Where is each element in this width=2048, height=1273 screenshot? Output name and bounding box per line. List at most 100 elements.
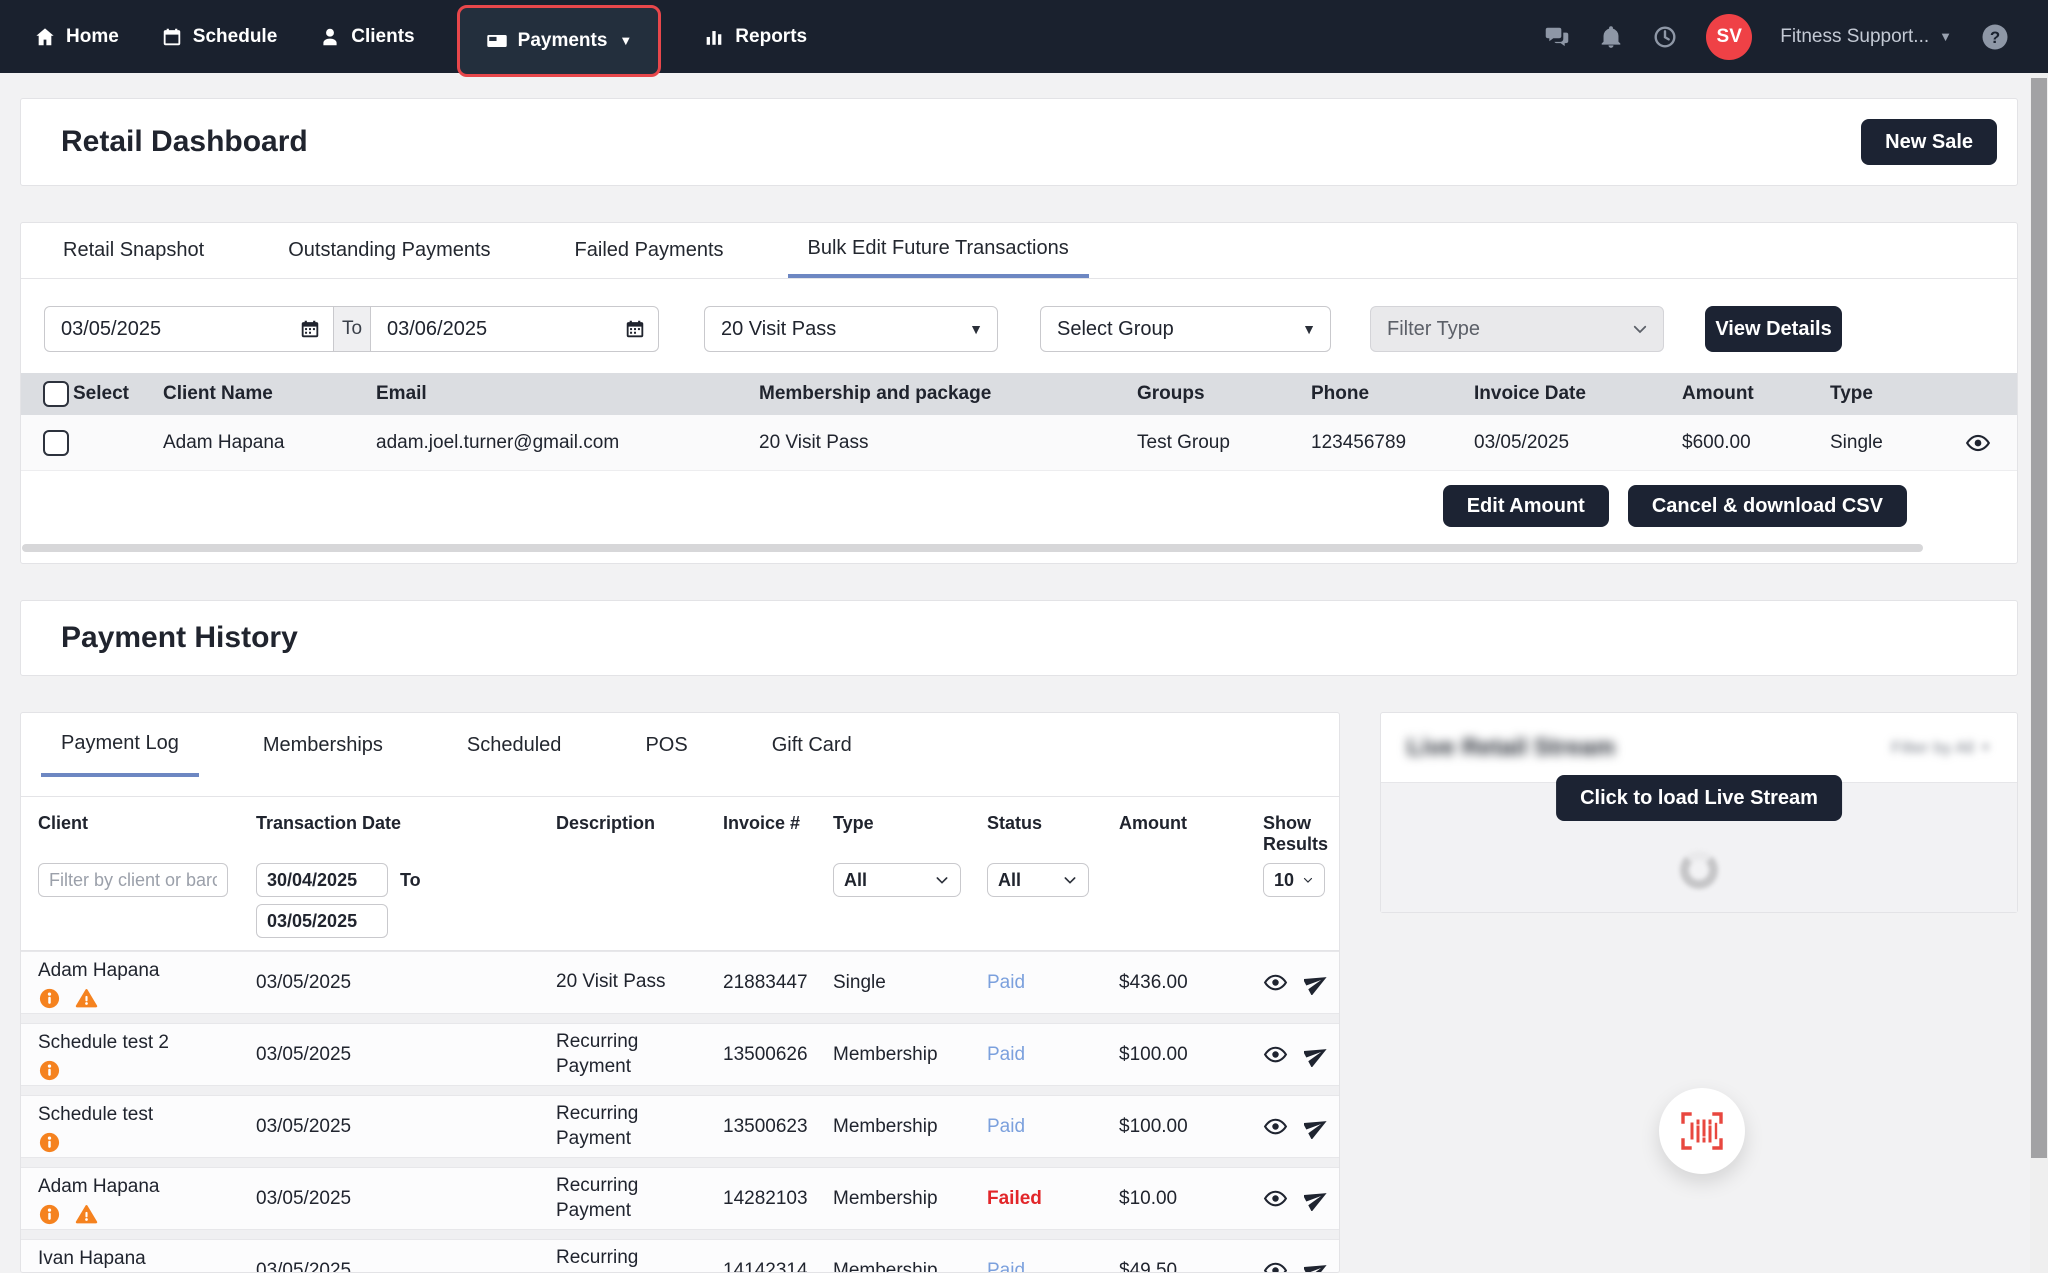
client-label: Client <box>38 813 256 834</box>
tab-gift-card[interactable]: Gift Card <box>752 713 872 777</box>
send-receipt-icon[interactable] <box>1304 1258 1329 1273</box>
cell-amount: $600.00 <box>1682 432 1830 454</box>
vertical-scrollbar-thumb[interactable] <box>2031 78 2047 1158</box>
tab-retail-snapshot[interactable]: Retail Snapshot <box>43 223 224 278</box>
cell-client: Ivan Hapana <box>38 1244 256 1273</box>
cell-invoice-date: 03/05/2025 <box>1474 432 1682 454</box>
info-icon[interactable] <box>38 987 61 1010</box>
svg-text:?: ? <box>1990 27 2000 46</box>
group-select[interactable]: Select Group ▼ <box>1040 306 1331 352</box>
row-checkbox[interactable] <box>43 430 69 456</box>
date-from-field[interactable] <box>44 306 334 352</box>
log-to-label: To <box>400 870 421 891</box>
cell-invoice: 14142314 <box>723 1260 833 1273</box>
barcode-scan-icon <box>1680 1111 1724 1151</box>
cell-client: Schedule test 2 <box>38 1028 256 1082</box>
send-receipt-icon[interactable] <box>1304 1042 1329 1067</box>
live-stream-filter[interactable]: Filter by All ▼ <box>1891 738 1991 758</box>
nav-item-reports[interactable]: Reports <box>703 26 807 48</box>
send-receipt-icon[interactable] <box>1304 1114 1329 1139</box>
calendar-icon[interactable] <box>299 318 321 340</box>
log-date-from-input[interactable] <box>256 863 388 897</box>
info-icon[interactable] <box>38 1059 61 1082</box>
nav-item-home[interactable]: Home <box>34 26 119 48</box>
clock-icon[interactable] <box>1652 24 1678 50</box>
cell-amount: $100.00 <box>1119 1116 1263 1138</box>
col-amount: Amount <box>1682 383 1830 405</box>
tab-payment-log[interactable]: Payment Log <box>41 713 199 777</box>
status-label: Status <box>987 813 1119 834</box>
cell-client: Adam Hapana <box>38 1172 256 1226</box>
cell-email: adam.joel.turner@gmail.com <box>376 432 759 454</box>
new-sale-button[interactable]: New Sale <box>1861 119 1997 165</box>
view-payment-icon[interactable] <box>1263 1042 1288 1067</box>
nav-item-payments[interactable]: Payments ▼ <box>457 5 662 77</box>
tab-bulk-edit-future-transactions[interactable]: Bulk Edit Future Transactions <box>788 223 1089 278</box>
bulk-table-body: Adam Hapanaadam.joel.turner@gmail.com20 … <box>21 415 2017 471</box>
view-row-icon[interactable] <box>1965 430 1991 456</box>
cell-client: Adam Hapana <box>38 956 256 1010</box>
view-payment-icon[interactable] <box>1263 1114 1288 1139</box>
date-range-to-label: To <box>333 306 371 352</box>
barcode-scanner-button[interactable] <box>1659 1088 1745 1174</box>
cell-amount: $100.00 <box>1119 1044 1263 1066</box>
bulk-table-header: Select Client Name Email Membership and … <box>21 373 2017 415</box>
view-payment-icon[interactable] <box>1263 970 1288 995</box>
view-payment-icon[interactable] <box>1263 1258 1288 1273</box>
warning-icon[interactable] <box>75 987 98 1010</box>
col-phone: Phone <box>1311 383 1474 405</box>
account-menu[interactable]: Fitness Support... ▼ <box>1780 26 1952 48</box>
nav-item-schedule[interactable]: Schedule <box>161 26 277 48</box>
tab-scheduled[interactable]: Scheduled <box>447 713 582 777</box>
cell-invoice: 14282103 <box>723 1188 833 1210</box>
chat-icon[interactable] <box>1544 24 1570 50</box>
edit-amount-button[interactable]: Edit Amount <box>1443 485 1609 527</box>
show-results-select[interactable]: 10 <box>1263 863 1325 897</box>
filter-type-select[interactable]: Filter Type <box>1370 306 1664 352</box>
view-payment-icon[interactable] <box>1263 1186 1288 1211</box>
tab-outstanding-payments[interactable]: Outstanding Payments <box>268 223 510 278</box>
cell-type: Membership <box>833 1044 987 1066</box>
date-from-input[interactable] <box>45 307 333 351</box>
client-filter-input[interactable] <box>38 863 228 897</box>
calendar-icon[interactable] <box>624 318 646 340</box>
tab-failed-payments[interactable]: Failed Payments <box>555 223 744 278</box>
load-live-stream-button[interactable]: Click to load Live Stream <box>1556 775 1842 821</box>
warning-icon[interactable] <box>75 1203 98 1226</box>
cell-type: Single <box>1830 432 1950 454</box>
vertical-scrollbar[interactable] <box>2030 73 2048 1273</box>
payment-history-card: Payment History <box>20 600 2018 676</box>
caret-down-icon: ▼ <box>1980 742 1991 754</box>
send-receipt-icon[interactable] <box>1304 970 1329 995</box>
avatar[interactable]: SV <box>1706 14 1752 60</box>
cell-transaction-date: 03/05/2025 <box>256 972 556 994</box>
account-name: Fitness Support... <box>1780 26 1929 48</box>
col-select: Select <box>73 383 163 405</box>
payment-log-row: Adam Hapana03/05/2025Recurring Payment14… <box>21 1167 1339 1230</box>
type-select[interactable]: All <box>833 863 961 897</box>
cancel-download-csv-button[interactable]: Cancel & download CSV <box>1628 485 1907 527</box>
tab-memberships[interactable]: Memberships <box>243 713 403 777</box>
nav-item-label: Payments <box>518 30 608 52</box>
help-icon[interactable]: ? <box>1980 22 2010 52</box>
bell-icon[interactable] <box>1598 24 1624 50</box>
bulk-table-horizontal-scrollbar[interactable] <box>22 544 1923 552</box>
send-receipt-icon[interactable] <box>1304 1186 1329 1211</box>
chevron-down-icon <box>1631 320 1649 338</box>
cell-description: Recurring Payment <box>556 1174 723 1223</box>
nav-item-clients[interactable]: Clients <box>319 26 414 48</box>
info-icon[interactable] <box>38 1131 61 1154</box>
select-all-checkbox[interactable] <box>43 381 69 407</box>
status-badge: Paid <box>987 1260 1119 1273</box>
date-to-input[interactable] <box>371 307 658 351</box>
status-select[interactable]: All <box>987 863 1089 897</box>
cell-invoice: 13500623 <box>723 1116 833 1138</box>
package-select[interactable]: 20 Visit Pass ▼ <box>704 306 998 352</box>
info-icon[interactable] <box>38 1203 61 1226</box>
view-details-button[interactable]: View Details <box>1705 306 1842 352</box>
tab-pos[interactable]: POS <box>625 713 707 777</box>
date-to-field[interactable] <box>370 306 659 352</box>
chevron-down-icon <box>1062 872 1078 888</box>
log-date-to-input[interactable] <box>256 904 388 938</box>
cell-transaction-date: 03/05/2025 <box>256 1116 556 1138</box>
